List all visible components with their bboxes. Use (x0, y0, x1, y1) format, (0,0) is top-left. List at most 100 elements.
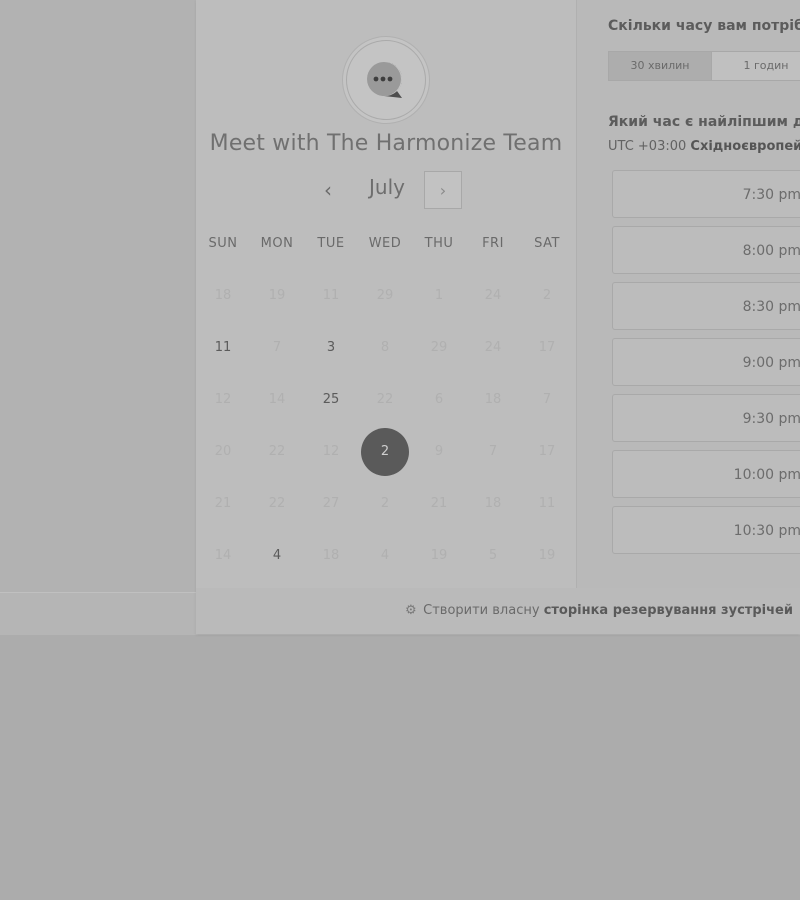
next-month-button[interactable]: › (424, 171, 462, 209)
calendar-day-label: 19 (538, 548, 556, 563)
calendar-day-label: 24 (484, 288, 502, 303)
calendar-day[interactable]: 22 (250, 478, 304, 526)
duration-option-30min[interactable]: 30 хвилин (609, 52, 712, 80)
footer-link[interactable]: ⚙ Створити власну сторінка резервування … (405, 603, 793, 618)
calendar-day[interactable]: 18 (466, 478, 520, 526)
weekday-tue: TUE (317, 236, 345, 251)
calendar-day[interactable]: 19 (250, 270, 304, 318)
duration-selector: 30 хвилин 1 годин (608, 51, 800, 81)
calendar-day[interactable]: 8 (358, 322, 412, 370)
calendar-day-label: 22 (268, 444, 286, 459)
calendar-day-label: 19 (268, 288, 286, 303)
calendar-day[interactable]: 7 (520, 374, 574, 422)
footer-text-prefix: Створити власну (423, 603, 540, 618)
calendar-day-label: 5 (488, 548, 498, 563)
calendar-day[interactable]: 18 (196, 270, 250, 318)
calendar-day-label: 22 (376, 392, 394, 407)
calendar-day[interactable]: 22 (250, 426, 304, 474)
prev-month-button[interactable]: ‹ (314, 176, 342, 204)
calendar-day[interactable]: 14 (250, 374, 304, 422)
calendar-day-label: 14 (214, 548, 232, 563)
calendar-day-label: 18 (484, 496, 502, 511)
timezone-label[interactable]: UTC +03:00 Східноєвропейсь (608, 139, 800, 154)
calendar-day[interactable]: 4 (358, 530, 412, 578)
footer-text-bold: сторінка резервування зустрічей (543, 603, 793, 618)
time-slot-button[interactable]: 10:30 pm (612, 506, 800, 554)
calendar-day-label: 7 (272, 340, 282, 355)
calendar-day[interactable]: 2 (520, 270, 574, 318)
calendar-day[interactable]: 4 (250, 530, 304, 578)
calendar-day-label: 17 (538, 444, 556, 459)
calendar-day[interactable]: 18 (466, 374, 520, 422)
calendar-day-label: 4 (380, 548, 390, 563)
calendar-day-label: 29 (430, 340, 448, 355)
calendar-day-label: 2 (380, 496, 390, 511)
calendar-day-label: 24 (484, 340, 502, 355)
calendar-day[interactable]: 7 (250, 322, 304, 370)
hubspot-sprocket-icon: ⚙ (405, 603, 417, 618)
weekday-sun: SUN (208, 236, 238, 251)
calendar-day[interactable]: 21 (196, 478, 250, 526)
calendar-day-label: 3 (326, 340, 336, 355)
calendar-day[interactable]: 25 (304, 374, 358, 422)
calendar-day-label: 21 (430, 496, 448, 511)
calendar-day-label: 2 (361, 428, 409, 476)
calendar-day[interactable]: 29 (412, 322, 466, 370)
calendar-day[interactable]: 6 (412, 374, 466, 422)
calendar-day-selected[interactable]: 2 (358, 426, 412, 476)
calendar-day-label: 29 (376, 288, 394, 303)
calendar-day[interactable]: 29 (358, 270, 412, 318)
calendar-day[interactable]: 21 (412, 478, 466, 526)
time-heading: Який час є найліпшим дл (608, 114, 800, 130)
calendar-day[interactable]: 27 (304, 478, 358, 526)
weekday-header: SUN MON TUE WED THU FRI SAT (196, 236, 576, 256)
calendar-day[interactable]: 5 (466, 530, 520, 578)
calendar-day[interactable]: 11 (520, 478, 574, 526)
calendar-day-label: 2 (542, 288, 552, 303)
calendar-day[interactable]: 12 (196, 374, 250, 422)
weekday-thu: THU (424, 236, 454, 251)
calendar-day[interactable]: 12 (304, 426, 358, 474)
team-avatar (346, 40, 426, 120)
calendar-day[interactable]: 24 (466, 270, 520, 318)
calendar-day[interactable]: 2 (358, 478, 412, 526)
calendar-day[interactable]: 9 (412, 426, 466, 474)
calendar-day[interactable]: 1 (412, 270, 466, 318)
time-slot-button[interactable]: 9:30 pm (612, 394, 800, 442)
calendar-day-label: 18 (484, 392, 502, 407)
time-slot-button[interactable]: 9:00 pm (612, 338, 800, 386)
time-slot-button[interactable]: 8:00 pm (612, 226, 800, 274)
time-slot-button[interactable]: 10:00 pm (612, 450, 800, 498)
calendar-day[interactable]: 7 (466, 426, 520, 474)
calendar-day[interactable]: 24 (466, 322, 520, 370)
calendar-day-label: 11 (322, 288, 340, 303)
time-slot-button[interactable]: 7:30 pm (612, 170, 800, 218)
calendar-day-label: 18 (214, 288, 232, 303)
calendar-day[interactable]: 11 (304, 270, 358, 318)
chat-bubble-icon (364, 58, 408, 102)
calendar-day-label: 1 (434, 288, 444, 303)
time-slot-button[interactable]: 8:30 pm (612, 282, 800, 330)
calendar-day[interactable]: 20 (196, 426, 250, 474)
calendar-day[interactable]: 11 (196, 322, 250, 370)
calendar-day[interactable]: 17 (520, 322, 574, 370)
calendar-day[interactable]: 3 (304, 322, 358, 370)
calendar-day[interactable]: 22 (358, 374, 412, 422)
calendar-day-label: 9 (434, 444, 444, 459)
duration-option-1h[interactable]: 1 годин (712, 52, 800, 80)
calendar-day[interactable]: 19 (412, 530, 466, 578)
calendar-day[interactable]: 19 (520, 530, 574, 578)
calendar-day-label: 20 (214, 444, 232, 459)
timezone-name: Східноєвропейсь (690, 139, 800, 154)
meeting-title: Meet with The Harmonize Team (209, 131, 563, 156)
calendar-day-label: 11 (538, 496, 556, 511)
calendar-day-label: 8 (380, 340, 390, 355)
calendar-day[interactable]: 18 (304, 530, 358, 578)
calendar-day[interactable]: 17 (520, 426, 574, 474)
calendar-day-label: 27 (322, 496, 340, 511)
calendar-day-label: 18 (322, 548, 340, 563)
weekday-mon: MON (260, 236, 294, 251)
calendar-day-label: 21 (214, 496, 232, 511)
calendar-day[interactable]: 14 (196, 530, 250, 578)
calendar-day-label: 14 (268, 392, 286, 407)
